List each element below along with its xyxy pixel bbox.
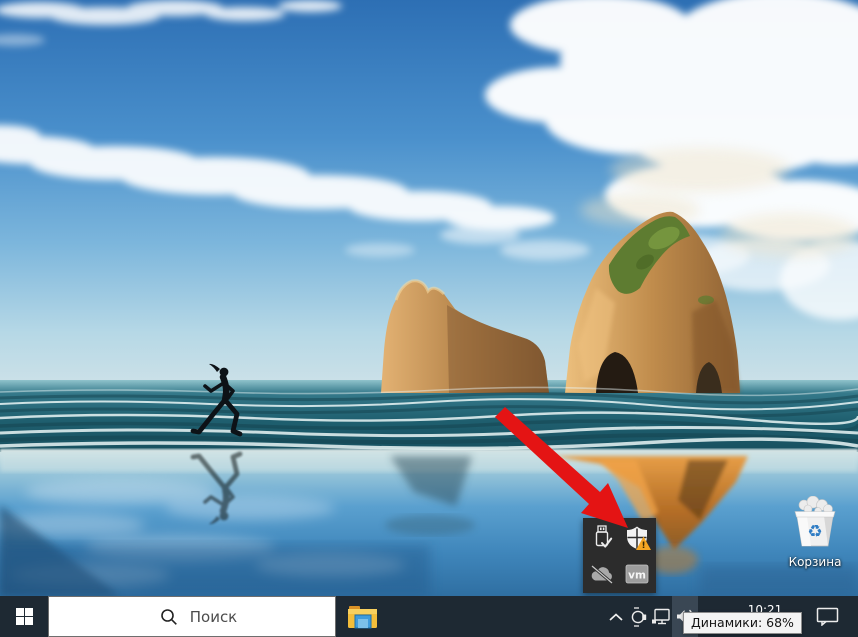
file-explorer-button[interactable] <box>336 596 390 637</box>
desktop-wallpaper <box>0 0 858 596</box>
tray-show-hidden-icons-button[interactable] <box>604 596 628 637</box>
network-tray-icon[interactable] <box>650 596 672 637</box>
file-explorer-icon <box>348 605 378 629</box>
svg-text:♻: ♻ <box>807 522 822 542</box>
vmware-label: vm <box>628 570 646 582</box>
cloud-sync-disabled-icon[interactable] <box>589 564 615 590</box>
safely-remove-hardware-icon[interactable] <box>590 525 614 556</box>
search-input[interactable]: Поиск <box>48 596 336 637</box>
windows-desktop: ♻ Корзина ! <box>0 0 858 637</box>
chevron-up-icon <box>608 612 624 622</box>
vmware-tools-icon[interactable]: vm <box>625 564 650 589</box>
tray-device-icon[interactable] <box>628 596 650 637</box>
search-placeholder: Поиск <box>190 608 238 626</box>
action-center-button[interactable] <box>810 596 844 637</box>
recycle-bin-label: Корзина <box>785 555 845 569</box>
action-center-icon <box>816 607 839 626</box>
beach-wallpaper-art <box>0 0 858 596</box>
recycle-bin-desktop-icon[interactable]: ♻ Корзина <box>785 496 845 566</box>
windows-security-warning-icon[interactable]: ! <box>624 525 652 556</box>
search-icon <box>160 608 178 626</box>
windows-logo-icon <box>16 608 33 625</box>
recycle-bin-icon: ♻ <box>787 496 843 550</box>
start-button[interactable] <box>0 596 48 637</box>
svg-text:!: ! <box>642 541 646 551</box>
volume-tooltip: Динамики: 68% <box>683 612 802 634</box>
tray-overflow-popup: ! vm <box>583 518 656 593</box>
